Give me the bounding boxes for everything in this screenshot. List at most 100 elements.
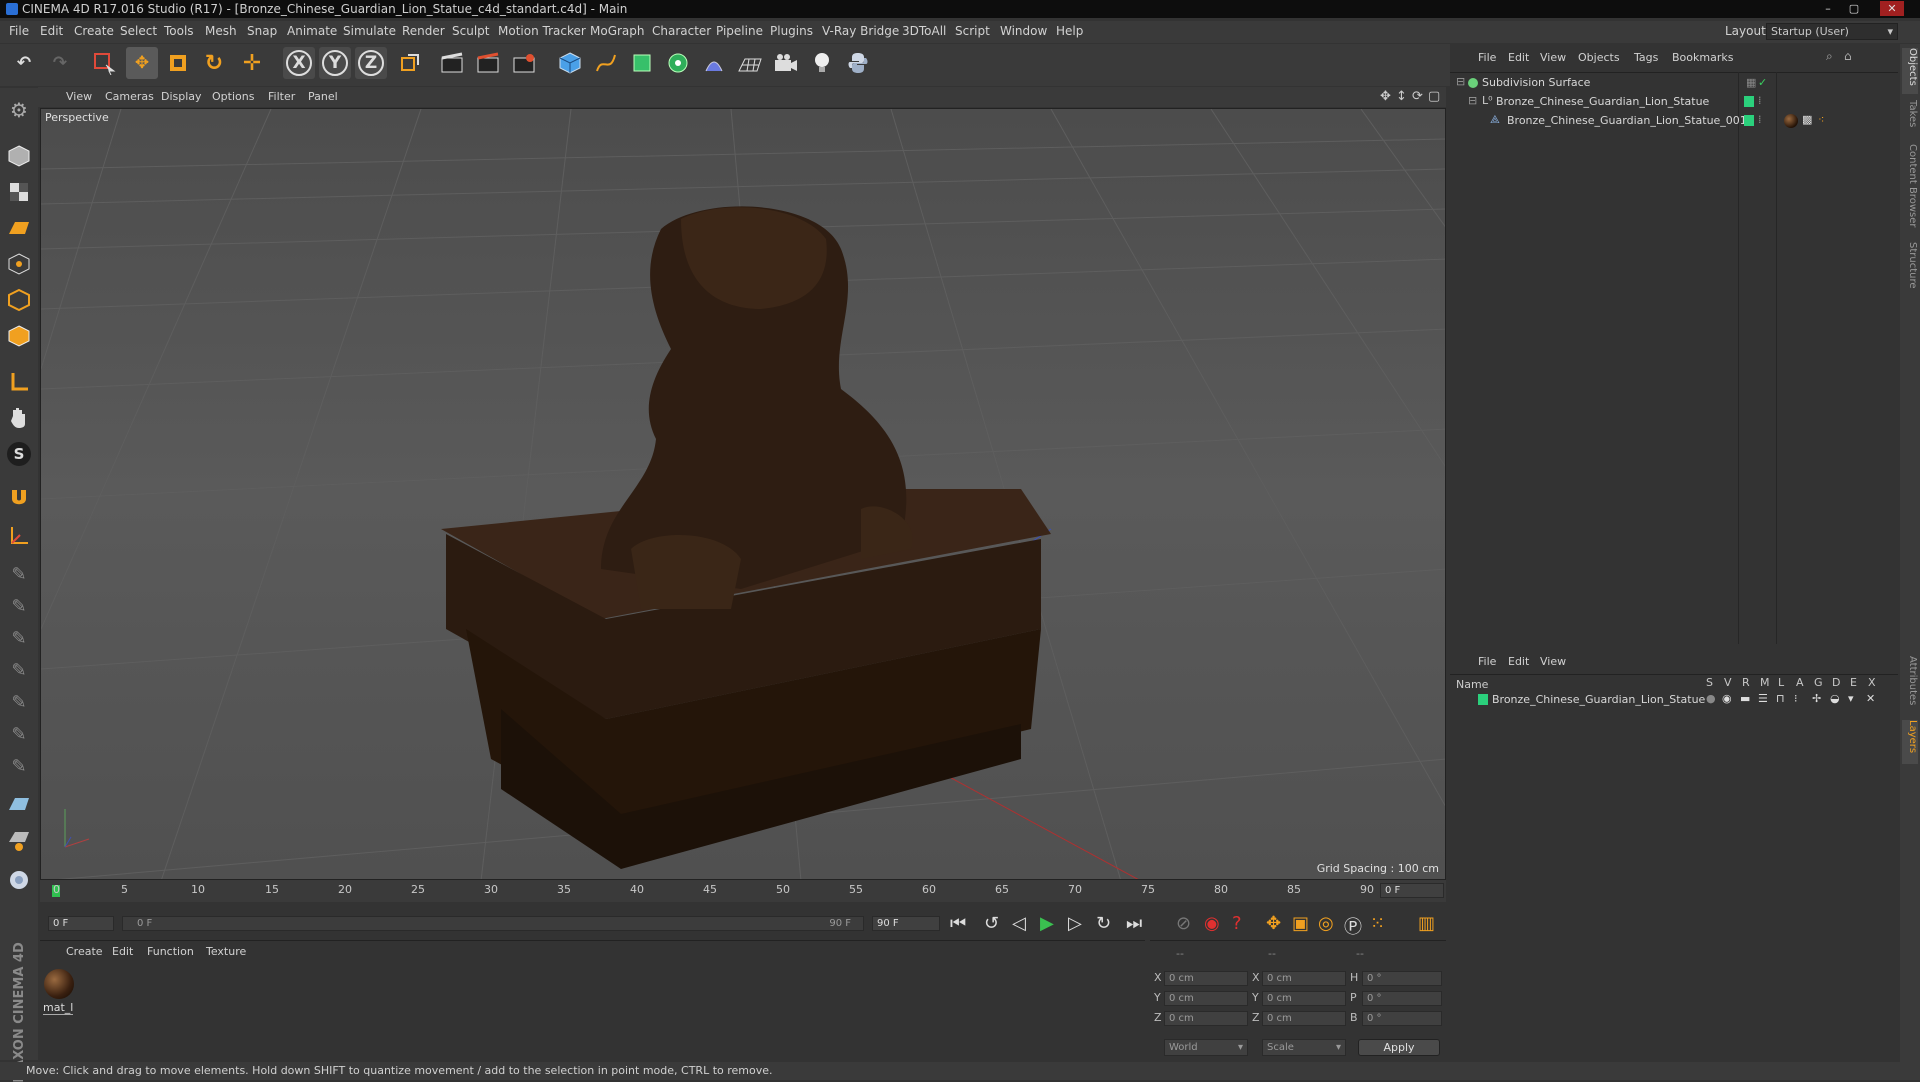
close-button[interactable]: ✕ bbox=[1880, 1, 1904, 16]
end-frame-field[interactable]: 90 F bbox=[872, 916, 940, 931]
render-settings-button[interactable] bbox=[508, 47, 540, 79]
current-frame-field[interactable]: 0 F bbox=[1380, 883, 1444, 898]
menu-motion-tracker[interactable]: Motion Tracker bbox=[498, 24, 586, 38]
key-parameter-icon[interactable]: Ⓟ bbox=[1344, 913, 1362, 939]
next-key-icon[interactable]: ↻ bbox=[1096, 913, 1111, 934]
layer-row[interactable]: Bronze_Chinese_Guardian_Lion_Statue ● ◉ … bbox=[1454, 692, 1894, 708]
object-row[interactable]: ⟁ Bronze_Chinese_Guardian_Lion_Statue_00… bbox=[1454, 113, 1894, 129]
viewport-menu-filter[interactable]: Filter bbox=[268, 90, 295, 103]
object-row[interactable]: ⊟ L⁰ Bronze_Chinese_Guardian_Lion_Statue… bbox=[1454, 94, 1894, 110]
object-menu-view[interactable]: View bbox=[1540, 51, 1566, 64]
tab-attributes[interactable]: Attributes bbox=[1902, 656, 1918, 716]
snap-button[interactable]: S bbox=[3, 438, 35, 470]
layer-color-swatch[interactable] bbox=[1744, 115, 1754, 126]
viewport-nav-rotate-icon[interactable]: ⟳ bbox=[1412, 89, 1423, 104]
sculpt-brush-1[interactable]: ✎ bbox=[3, 558, 35, 590]
scale-tool-button[interactable] bbox=[162, 47, 194, 79]
expand-toggle-icon[interactable]: ⊟ bbox=[1456, 75, 1465, 88]
step-back-icon[interactable]: ◁ bbox=[1012, 913, 1026, 934]
phong-tag-icon[interactable]: ⁖ bbox=[1818, 113, 1824, 126]
layer-menu-edit[interactable]: Edit bbox=[1508, 655, 1529, 668]
size-mode-select[interactable]: Scale ▾ bbox=[1262, 1039, 1346, 1056]
points-mode-button[interactable] bbox=[3, 248, 35, 280]
go-to-end-icon[interactable]: ⏭ bbox=[1126, 913, 1142, 934]
viewport-maximize-icon[interactable]: ▢ bbox=[1428, 89, 1440, 104]
solo-icon[interactable]: ● bbox=[1706, 692, 1716, 705]
apply-button[interactable]: Apply bbox=[1358, 1039, 1440, 1056]
python-button[interactable] bbox=[842, 47, 874, 79]
deformers-icon[interactable]: ◒ bbox=[1830, 692, 1840, 705]
python-script-button[interactable] bbox=[3, 864, 35, 896]
home-icon[interactable]: ⌂ bbox=[1844, 49, 1852, 63]
view-eye-icon[interactable]: ◉ bbox=[1722, 692, 1732, 705]
rot-p-field[interactable]: 0 ° bbox=[1362, 991, 1442, 1006]
menu-create[interactable]: Create bbox=[74, 24, 114, 38]
menu-animate[interactable]: Animate bbox=[287, 24, 337, 38]
mograph-cloner-button[interactable] bbox=[662, 47, 694, 79]
deformer-button[interactable] bbox=[698, 47, 730, 79]
sculpt-brush-3[interactable]: ✎ bbox=[3, 622, 35, 654]
menu-render[interactable]: Render bbox=[402, 24, 445, 38]
previous-key-icon[interactable]: ↺ bbox=[984, 913, 999, 934]
sculpt-brush-6[interactable]: ✎ bbox=[3, 718, 35, 750]
viewport-menu-options[interactable]: Options bbox=[212, 90, 254, 103]
menu-simulate[interactable]: Simulate bbox=[343, 24, 396, 38]
undo-button[interactable]: ↶ bbox=[8, 47, 40, 79]
viewport-menu-display[interactable]: Display bbox=[161, 90, 202, 103]
menu-3dtoall[interactable]: 3DToAll bbox=[902, 24, 946, 38]
coord-system-select[interactable]: World ▾ bbox=[1164, 1039, 1248, 1056]
subdivision-button[interactable] bbox=[626, 47, 658, 79]
menu-snap[interactable]: Snap bbox=[247, 24, 277, 38]
visibility-dots-icon[interactable]: ⁞ bbox=[1758, 94, 1762, 107]
pos-y-field[interactable]: 0 cm bbox=[1164, 991, 1248, 1006]
object-menu-bookmarks[interactable]: Bookmarks bbox=[1672, 51, 1733, 64]
texture-mode-button[interactable] bbox=[3, 176, 35, 208]
visibility-dots-icon[interactable]: ⁞ bbox=[1758, 113, 1762, 126]
autokey-icon[interactable]: ◉ bbox=[1204, 913, 1220, 934]
menu-window[interactable]: Window bbox=[1000, 24, 1047, 38]
lock-icon[interactable]: ⊓ bbox=[1776, 692, 1785, 705]
axis-mode-button[interactable] bbox=[3, 366, 35, 398]
expressions-icon[interactable]: ▾ bbox=[1848, 692, 1854, 705]
render-view-button[interactable] bbox=[436, 47, 468, 79]
xref-icon[interactable]: ✕ bbox=[1866, 692, 1875, 705]
menu-edit[interactable]: Edit bbox=[40, 24, 63, 38]
object-menu-objects[interactable]: Objects bbox=[1578, 51, 1620, 64]
tweak-mode-button[interactable] bbox=[3, 402, 35, 434]
cube-primitive-button[interactable] bbox=[554, 47, 586, 79]
expand-toggle-icon[interactable]: ⊟ bbox=[1468, 94, 1477, 107]
generators-icon[interactable]: ✢ bbox=[1812, 692, 1821, 705]
animation-icon[interactable]: ⁝ bbox=[1794, 692, 1798, 705]
visibility-dots-icon[interactable]: ▦ bbox=[1746, 76, 1756, 89]
spline-pen-button[interactable] bbox=[590, 47, 622, 79]
object-row[interactable]: ⊟ Subdivision Surface ▦ ✓ bbox=[1454, 75, 1894, 91]
pos-z-field[interactable]: 0 cm bbox=[1164, 1011, 1248, 1026]
layer-color-swatch[interactable] bbox=[1478, 694, 1488, 705]
key-scale-icon[interactable]: ▣ bbox=[1292, 913, 1309, 934]
rot-h-field[interactable]: 0 ° bbox=[1362, 971, 1442, 986]
key-rotation-icon[interactable]: ◎ bbox=[1318, 913, 1334, 934]
viewport-nav-zoom-icon[interactable]: ↕ bbox=[1396, 89, 1407, 104]
key-pla-icon[interactable]: ⁙ bbox=[1370, 913, 1385, 934]
menu-vray-bridge[interactable]: V-Ray Bridge bbox=[822, 24, 899, 38]
axis-lock-button[interactable] bbox=[3, 520, 35, 552]
layout-select[interactable]: Startup (User) ▾ bbox=[1766, 23, 1898, 40]
edges-mode-button[interactable] bbox=[3, 284, 35, 316]
menu-pipeline[interactable]: Pipeline bbox=[716, 24, 763, 38]
layer-menu-view[interactable]: View bbox=[1540, 655, 1566, 668]
model-mode-button[interactable] bbox=[3, 140, 35, 172]
menu-sculpt[interactable]: Sculpt bbox=[452, 24, 489, 38]
record-keys-icon[interactable]: ⊘ bbox=[1176, 913, 1191, 934]
material-menu-create[interactable]: Create bbox=[66, 945, 103, 958]
perspective-viewport[interactable]: Perspective Grid Spacing : 100 cm bbox=[40, 108, 1446, 880]
object-menu-file[interactable]: File bbox=[1478, 51, 1496, 64]
sculpt-brush-4[interactable]: ✎ bbox=[3, 654, 35, 686]
menu-plugins[interactable]: Plugins bbox=[770, 24, 813, 38]
magnet-button[interactable] bbox=[3, 482, 35, 514]
tab-content-browser[interactable]: Content Browser bbox=[1902, 144, 1918, 234]
uvw-tag-icon[interactable]: ▩ bbox=[1802, 113, 1812, 126]
polygons-mode-button[interactable] bbox=[3, 320, 35, 352]
menu-mesh[interactable]: Mesh bbox=[205, 24, 237, 38]
coordinate-system-button[interactable] bbox=[393, 47, 425, 79]
viewport-menu-view[interactable]: View bbox=[66, 90, 92, 103]
